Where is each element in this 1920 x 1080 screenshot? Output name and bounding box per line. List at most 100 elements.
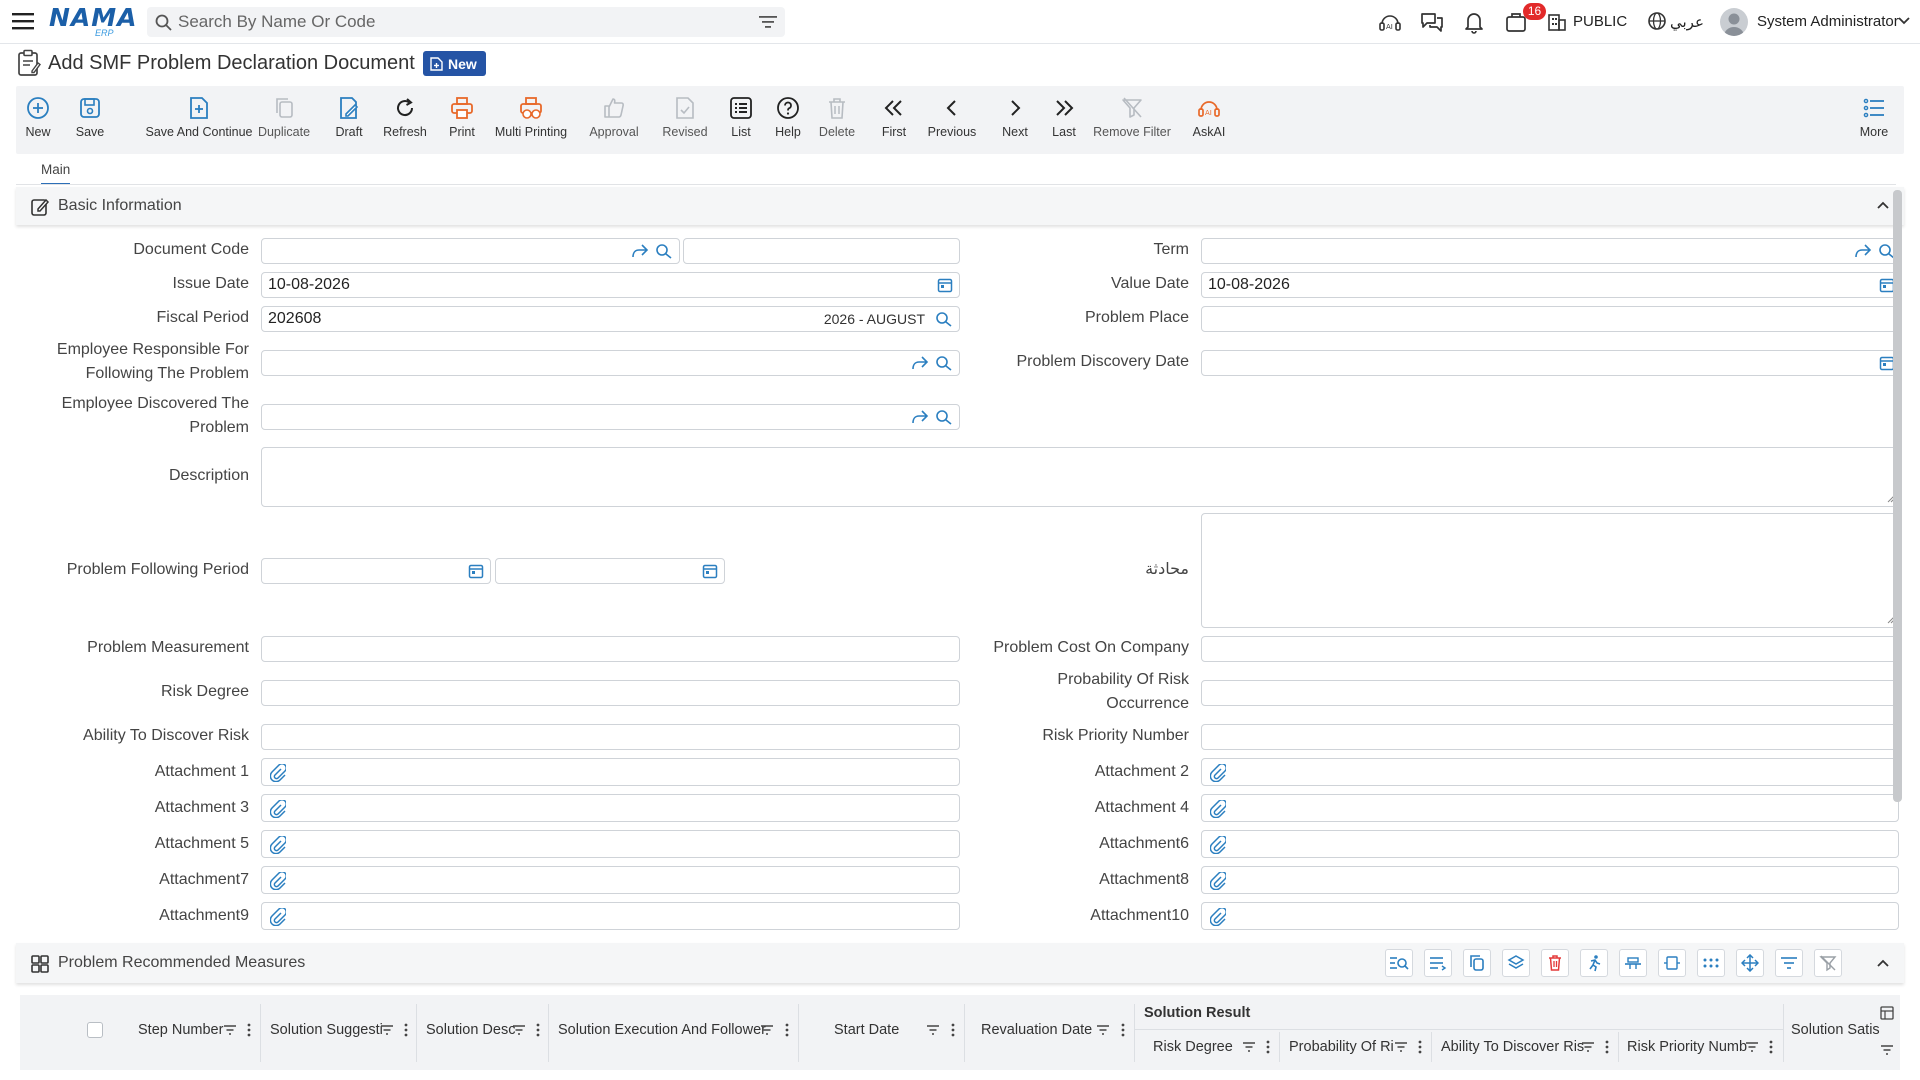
tab-main[interactable]: Main [41,162,71,185]
column-filter-icon[interactable] [512,1024,526,1036]
lookup-search-icon[interactable] [655,243,673,259]
multi-printing-button[interactable]: Multi Printing [493,86,569,154]
column-menu-icon[interactable] [785,1023,789,1037]
open-link-icon[interactable] [911,355,929,371]
search-icon[interactable] [155,14,172,31]
column-filter-icon[interactable] [1880,1044,1894,1056]
open-link-icon[interactable] [911,409,929,425]
vertical-scrollbar[interactable] [1893,190,1902,802]
problem-discovery-date-input[interactable] [1201,350,1899,376]
column-separator[interactable] [416,1004,417,1062]
attachment-6-input[interactable] [1201,830,1899,858]
attachment-4-input[interactable] [1201,794,1899,822]
grid-run-button[interactable] [1580,949,1608,977]
paperclip-icon[interactable] [1210,764,1226,782]
column-result-risk-priority[interactable]: Risk Priority Numb [1627,1039,1747,1055]
problem-place-input[interactable] [1201,306,1899,332]
paperclip-icon[interactable] [1210,872,1226,890]
lookup-search-icon[interactable] [935,355,953,371]
paperclip-icon[interactable] [270,800,286,818]
paperclip-icon[interactable] [270,836,286,854]
column-menu-icon[interactable] [404,1023,408,1037]
grid-search-button[interactable] [1385,949,1413,977]
paperclip-icon[interactable] [270,764,286,782]
chat-icon[interactable] [1419,10,1445,34]
column-result-ability[interactable]: Ability To Discover Ris [1441,1039,1584,1055]
risk-priority-input[interactable] [1201,724,1899,750]
grid-layers-button[interactable] [1502,949,1530,977]
attachment-1-input[interactable] [261,758,960,786]
employee-responsible-input[interactable] [261,350,960,376]
risk-degree-input[interactable] [261,680,960,706]
print-button[interactable]: Print [445,86,479,154]
lookup-search-icon[interactable] [935,409,953,425]
column-filter-icon[interactable] [1096,1024,1110,1036]
bell-icon[interactable] [1461,10,1487,34]
search-filter-icon[interactable] [759,15,777,29]
chevron-down-icon[interactable] [1897,10,1913,34]
next-button[interactable]: Next [1000,86,1030,154]
duplicate-button[interactable]: Duplicate [256,86,312,154]
column-separator[interactable] [1279,1032,1280,1062]
column-solution-suggestion[interactable]: Solution Suggesti [270,1022,383,1038]
column-filter-icon[interactable] [1581,1041,1595,1053]
column-menu-icon[interactable] [1769,1040,1773,1054]
more-button[interactable]: More [1858,86,1890,154]
list-button[interactable]: List [727,86,755,154]
column-step-number[interactable]: Step Number [138,1022,223,1038]
grid-delete-button[interactable] [1541,949,1569,977]
column-chooser-icon[interactable] [1880,1006,1894,1020]
column-menu-icon[interactable] [1266,1040,1270,1054]
value-date-input[interactable]: 10-08-2026 [1201,272,1899,298]
globe-icon[interactable] [1647,10,1667,34]
grid-row-layout-button[interactable] [1619,949,1647,977]
attachment-3-input[interactable] [261,794,960,822]
calendar-icon[interactable] [937,277,953,293]
document-code-input[interactable] [261,238,680,264]
remove-filter-button[interactable]: Remove Filter [1092,86,1172,154]
approval-button[interactable]: Approval [587,86,641,154]
column-filter-icon[interactable] [926,1024,940,1036]
column-menu-icon[interactable] [951,1023,955,1037]
conversation-textarea[interactable] [1201,513,1899,628]
attachment-7-input[interactable] [261,866,960,894]
document-code-secondary-input[interactable] [683,238,960,264]
paperclip-icon[interactable] [270,872,286,890]
delete-button[interactable]: Delete [818,86,856,154]
user-avatar[interactable] [1720,8,1748,36]
chevron-up-icon[interactable] [1876,199,1890,211]
grid-density-button[interactable] [1697,949,1725,977]
fiscal-period-input[interactable]: 202608 2026 - AUGUST [261,306,960,332]
column-menu-icon[interactable] [1121,1023,1125,1037]
help-button[interactable]: Help [773,86,803,154]
user-name[interactable]: System Administrator [1757,13,1899,30]
calendar-icon[interactable] [702,563,718,579]
column-solution-execution[interactable]: Solution Execution And Follower [558,1022,766,1038]
problem-following-period-to-input[interactable] [495,558,725,584]
column-menu-icon[interactable] [1605,1040,1609,1054]
column-separator[interactable] [1134,1004,1135,1062]
problem-following-period-from-input[interactable] [261,558,491,584]
column-filter-icon[interactable] [1242,1041,1256,1053]
attachment-10-input[interactable] [1201,902,1899,930]
column-separator[interactable] [548,1004,549,1062]
column-revaluation-date[interactable]: Revaluation Date [981,1022,1092,1038]
lookup-search-icon[interactable] [935,311,953,327]
last-button[interactable]: Last [1049,86,1079,154]
grid-filter-button[interactable] [1775,949,1803,977]
issue-date-input[interactable]: 10-08-2026 [261,272,960,298]
attachment-2-input[interactable] [1201,758,1899,786]
hamburger-menu-icon[interactable] [12,11,36,33]
column-menu-icon[interactable] [1418,1040,1422,1054]
grid-copy-button[interactable] [1463,949,1491,977]
grid-fit-columns-button[interactable] [1658,949,1686,977]
ability-discover-input[interactable] [261,724,960,750]
problem-measurement-input[interactable] [261,636,960,662]
column-result-risk-degree[interactable]: Risk Degree [1153,1039,1233,1055]
refresh-button[interactable]: Refresh [380,86,430,154]
column-filter-icon[interactable] [380,1024,394,1036]
select-all-checkbox[interactable] [87,1022,103,1038]
column-solution-desc[interactable]: Solution Desc [426,1022,515,1038]
search-input[interactable] [178,10,738,34]
nama-logo[interactable]: NAMA ERP [49,5,137,38]
